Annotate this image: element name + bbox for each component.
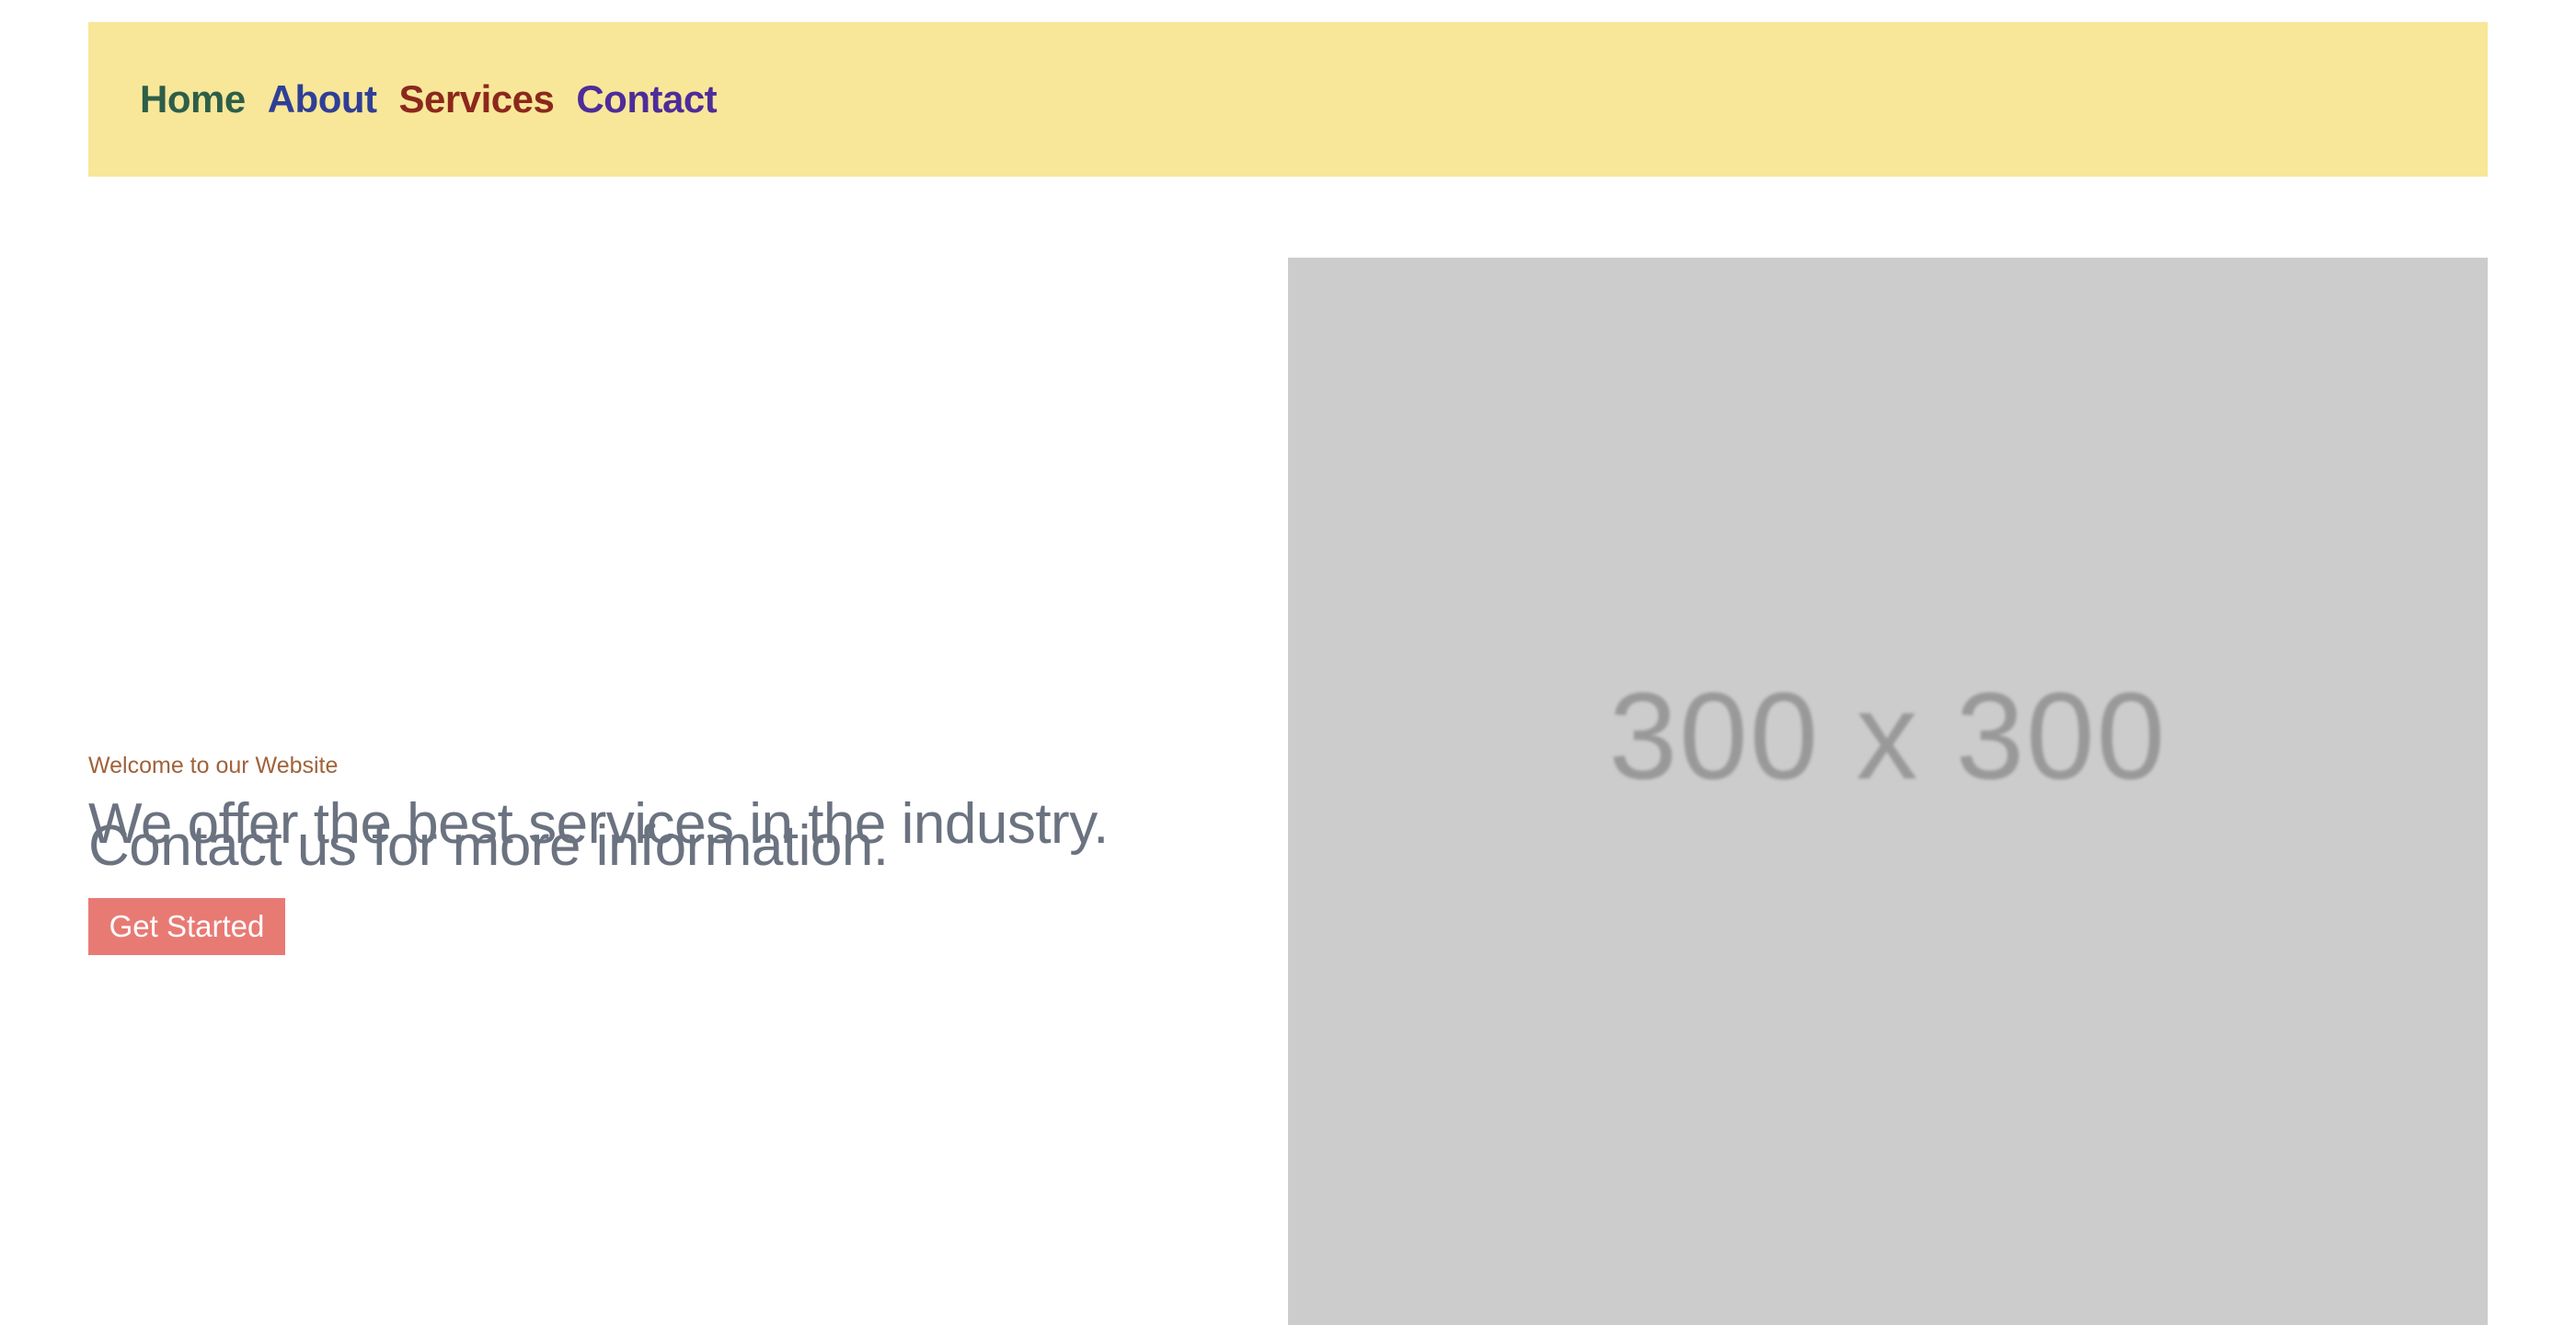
hero-text-section: Welcome to our Website We offer the best… xyxy=(88,258,1288,1325)
nav-link-services[interactable]: Services xyxy=(399,77,555,121)
nav-link-about[interactable]: About xyxy=(268,77,377,121)
hero-eyebrow: Welcome to our Website xyxy=(88,753,339,778)
placeholder-image-label: 300 x 300 xyxy=(1608,667,2168,805)
top-navbar: Home About Services Contact xyxy=(88,22,2488,177)
hero-placeholder-image: 300 x 300 xyxy=(1288,258,2488,1325)
hero-headline: We offer the best services in the indust… xyxy=(88,792,1109,878)
get-started-button[interactable]: Get Started xyxy=(88,898,285,955)
nav-link-home[interactable]: Home xyxy=(140,77,246,121)
nav-link-contact[interactable]: Contact xyxy=(576,77,717,121)
